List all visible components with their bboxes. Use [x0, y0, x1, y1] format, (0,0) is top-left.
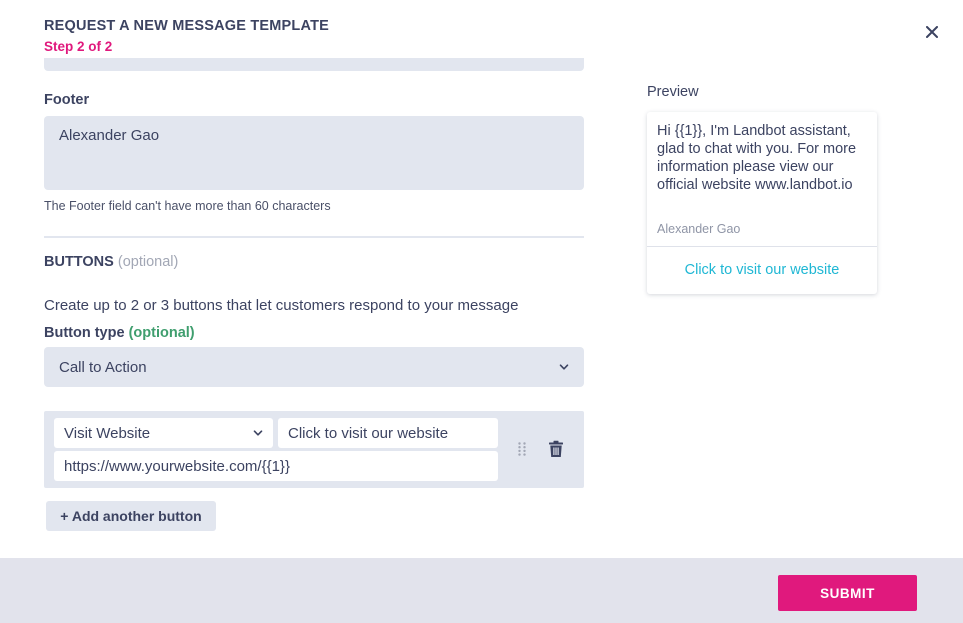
button-text-input[interactable]: Click to visit our website — [278, 418, 498, 448]
chevron-down-icon — [253, 430, 263, 436]
close-icon[interactable] — [922, 22, 942, 42]
button-type-optional: (optional) — [128, 325, 195, 341]
section-divider — [44, 236, 584, 238]
buttons-section-title: BUTTONS (optional) — [44, 254, 178, 270]
button-action-select[interactable]: Visit Website — [54, 418, 273, 448]
button-action-value: Visit Website — [64, 424, 151, 442]
footer-textarea[interactable]: Alexander Gao — [44, 116, 584, 190]
preview-divider — [647, 246, 877, 247]
buttons-description: Create up to 2 or 3 buttons that let cus… — [44, 297, 519, 314]
preview-body-text: Hi {{1}}, I'm Landbot assistant, glad to… — [657, 123, 857, 193]
footer-label: Footer — [44, 92, 90, 108]
trash-icon[interactable] — [547, 440, 565, 458]
modal-title: REQUEST A NEW MESSAGE TEMPLATE — [44, 18, 330, 34]
step-indicator: Step 2 of 2 — [44, 39, 113, 54]
add-another-button[interactable]: + Add another button — [46, 501, 216, 531]
preview-footer-text: Alexander Gao — [657, 222, 741, 236]
previous-field-edge — [44, 58, 584, 71]
footer-hint: The Footer field can't have more than 60… — [44, 199, 331, 213]
preview-label: Preview — [647, 84, 699, 100]
chevron-down-icon — [559, 364, 569, 370]
submit-button[interactable]: SUBMIT — [778, 575, 917, 611]
preview-cta-button[interactable]: Click to visit our website — [647, 262, 877, 278]
close-icon-glyph — [926, 26, 938, 38]
button-url-input[interactable]: https://www.yourwebsite.com/{{1}} — [54, 451, 498, 481]
button-type-value: Call to Action — [59, 358, 147, 376]
button-type-label: Button type (optional) — [44, 325, 195, 341]
button-type-select[interactable]: Call to Action — [44, 347, 584, 387]
drag-handle-icon[interactable] — [517, 441, 527, 457]
button-url-value: https://www.yourwebsite.com/{{1}} — [64, 457, 290, 475]
button-text-value: Click to visit our website — [288, 424, 449, 442]
preview-card: Hi {{1}}, I'm Landbot assistant, glad to… — [647, 112, 877, 294]
footer-value: Alexander Gao — [59, 127, 160, 144]
buttons-title: BUTTONS — [44, 254, 114, 270]
button-type-label-text: Button type — [44, 325, 125, 341]
buttons-optional: (optional) — [117, 254, 179, 270]
